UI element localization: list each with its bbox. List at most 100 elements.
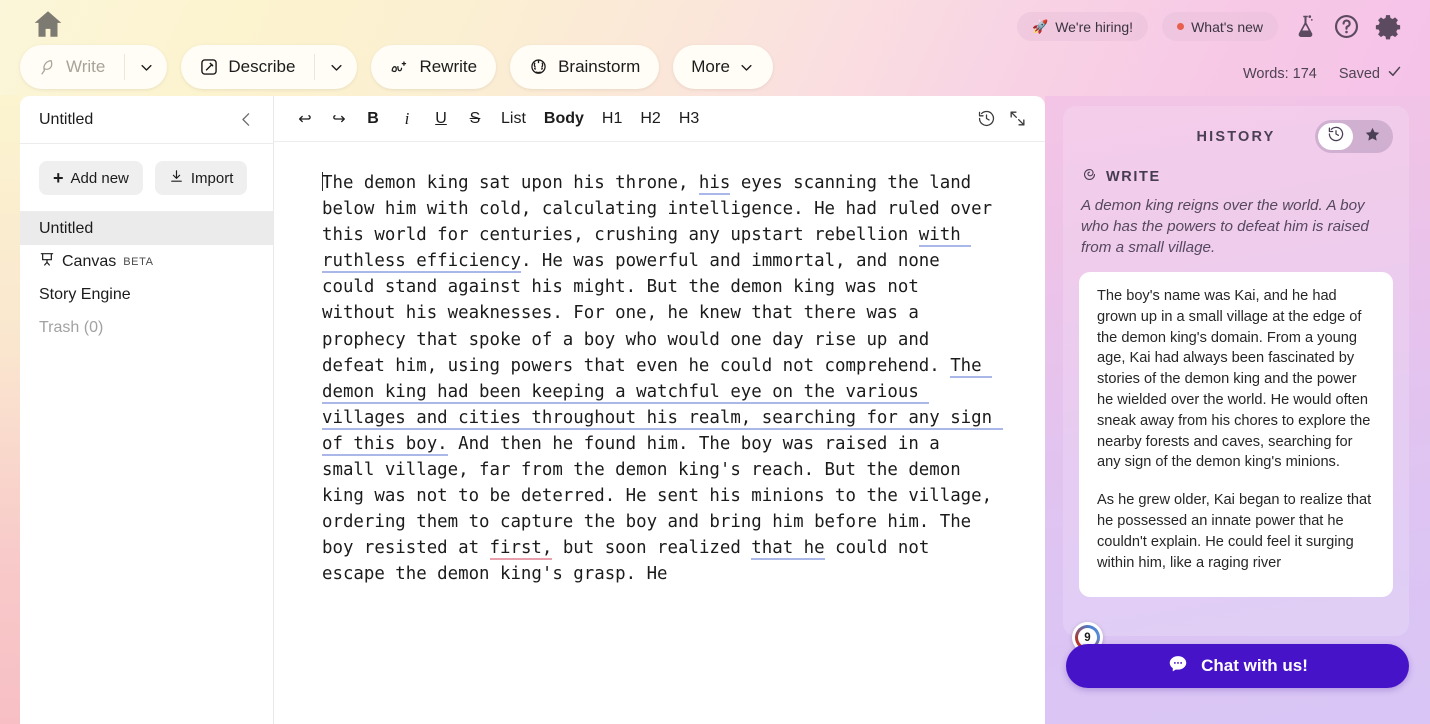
- body-style-button[interactable]: Body: [538, 104, 590, 134]
- undo-button[interactable]: ↩: [291, 104, 319, 134]
- import-button[interactable]: Import: [154, 161, 248, 195]
- expand-arrows-icon[interactable]: [1008, 109, 1027, 128]
- ai-tools-toolbar: Write Describe Rewrite Brainstorm More: [20, 45, 773, 89]
- sidebar-list: Untitled Canvas BETA Story Engine Trash …: [20, 212, 273, 344]
- rocket-icon: 🚀: [1032, 18, 1049, 34]
- underline-button[interactable]: U: [427, 104, 455, 134]
- redo-button[interactable]: ↪: [325, 104, 353, 134]
- sidebar-item-label: Canvas: [62, 252, 117, 270]
- history-clock-icon[interactable]: [977, 109, 996, 128]
- notification-dot-icon: [1177, 23, 1185, 30]
- help-icon[interactable]: [1333, 13, 1360, 40]
- sidebar-item-label: Story Engine: [39, 285, 131, 303]
- sidebar-actions: + Add new Import: [20, 144, 273, 212]
- editor-toolbar: ↩ ↪ B i U S List Body H1 H2 H3: [274, 96, 1045, 142]
- describe-icon: [199, 57, 219, 77]
- brain-icon: [528, 57, 549, 78]
- chevron-down-icon: [739, 60, 754, 75]
- sudowrite-spiral-icon: [1081, 166, 1098, 188]
- rewrite-button[interactable]: Rewrite: [371, 45, 496, 89]
- saved-label: Saved: [1338, 65, 1380, 82]
- sidebar-item-story-engine[interactable]: Story Engine: [20, 278, 273, 311]
- rewrite-button-label: Rewrite: [419, 57, 478, 76]
- saved-status: Saved: [1339, 64, 1402, 83]
- document-editor: ↩ ↪ B i U S List Body H1 H2 H3 The demon…: [274, 96, 1045, 724]
- brainstorm-button-label: Brainstorm: [558, 57, 641, 76]
- history-clock-icon: [1327, 125, 1345, 148]
- history-rail: HISTORY WRITE A demon king reigns over t…: [1045, 96, 1430, 724]
- history-entry-type: WRITE: [1081, 166, 1393, 188]
- more-button-label: More: [691, 57, 730, 76]
- history-tab-recent[interactable]: [1318, 123, 1353, 150]
- generation-paragraph: The boy's name was Kai, and he had grown…: [1097, 288, 1371, 471]
- write-button-label: Write: [66, 57, 106, 76]
- home-icon[interactable]: [30, 7, 66, 41]
- sidebar-header: Untitled: [20, 96, 273, 144]
- chat-with-us-button[interactable]: Chat with us!: [1066, 644, 1409, 688]
- doc-segment: but soon realized: [552, 538, 752, 559]
- write-dropdown-caret[interactable]: [125, 45, 167, 89]
- rewrite-icon: [389, 58, 410, 77]
- describe-button[interactable]: Describe: [181, 45, 314, 89]
- hiring-chip[interactable]: 🚀 We're hiring!: [1017, 12, 1149, 41]
- doc-segment: The demon king sat upon his throne,: [322, 173, 699, 193]
- sidebar-project-title: Untitled: [39, 110, 94, 128]
- header-right-controls: 🚀 We're hiring! What's new: [1017, 12, 1402, 41]
- editor-text-area[interactable]: The demon king sat upon his throne, his …: [274, 142, 1045, 588]
- sidebar-item-untitled[interactable]: Untitled: [20, 212, 273, 245]
- gear-icon[interactable]: [1374, 13, 1402, 41]
- rewrite-button-group: Rewrite: [371, 45, 497, 89]
- history-generation-card[interactable]: The boy's name was Kai, and he had grown…: [1079, 272, 1393, 597]
- sidebar-item-label: Untitled: [39, 219, 94, 237]
- history-title: HISTORY: [1196, 129, 1276, 145]
- history-header: HISTORY: [1079, 120, 1393, 154]
- star-icon: [1364, 126, 1381, 148]
- history-panel: HISTORY WRITE A demon king reigns over t…: [1063, 106, 1409, 653]
- plus-icon: +: [53, 168, 64, 188]
- add-new-label: Add new: [70, 169, 129, 187]
- write-button[interactable]: Write: [20, 45, 124, 89]
- italic-button[interactable]: i: [393, 104, 421, 134]
- whats-new-label: What's new: [1191, 18, 1263, 35]
- h3-button[interactable]: H3: [673, 104, 705, 134]
- check-icon: [1387, 64, 1402, 83]
- chat-bubble-icon: [1167, 653, 1189, 680]
- sidebar-item-label: Trash (0): [39, 318, 104, 336]
- import-label: Import: [190, 169, 234, 187]
- sidebar-item-trash[interactable]: Trash (0): [20, 311, 273, 344]
- more-button-group: More: [673, 45, 773, 89]
- doc-segment-flag: first,: [489, 538, 553, 561]
- brainstorm-button[interactable]: Brainstorm: [510, 45, 659, 89]
- history-tab-starred[interactable]: [1355, 123, 1390, 150]
- history-entry-type-label: WRITE: [1106, 169, 1161, 185]
- h2-button[interactable]: H2: [634, 104, 666, 134]
- beta-badge: BETA: [123, 255, 154, 268]
- list-button[interactable]: List: [495, 104, 532, 134]
- doc-segment-suggestion: that he: [751, 538, 825, 561]
- history-view-toggle: [1315, 120, 1393, 153]
- history-prompt-text: A demon king reigns over the world. A bo…: [1081, 197, 1369, 256]
- app-header: Write Describe Rewrite Brainstorm More 🚀…: [0, 0, 1430, 95]
- h1-button[interactable]: H1: [596, 104, 628, 134]
- brainstorm-button-group: Brainstorm: [510, 45, 660, 89]
- describe-dropdown-caret[interactable]: [315, 45, 357, 89]
- import-icon: [169, 169, 184, 188]
- strikethrough-button[interactable]: S: [461, 104, 489, 134]
- feather-icon: [38, 58, 57, 77]
- sidebar-item-canvas[interactable]: Canvas BETA: [20, 245, 273, 278]
- add-new-button[interactable]: + Add new: [39, 161, 143, 195]
- whats-new-chip[interactable]: What's new: [1162, 12, 1278, 41]
- chevron-left-icon[interactable]: [234, 107, 259, 132]
- document-meta: Words: 174 Saved: [1243, 64, 1402, 83]
- describe-button-label: Describe: [228, 57, 296, 76]
- describe-button-group: Describe: [181, 45, 358, 89]
- sidebar: Untitled + Add new Import Untitled Canva…: [20, 96, 274, 724]
- hiring-chip-label: We're hiring!: [1055, 18, 1134, 35]
- bold-button[interactable]: B: [359, 104, 387, 134]
- chat-with-us-label: Chat with us!: [1201, 656, 1308, 675]
- left-gradient-strip: [0, 95, 20, 724]
- canvas-icon: [39, 251, 55, 272]
- write-button-group: Write: [20, 45, 168, 89]
- more-button[interactable]: More: [673, 45, 773, 89]
- flask-icon[interactable]: [1292, 13, 1319, 40]
